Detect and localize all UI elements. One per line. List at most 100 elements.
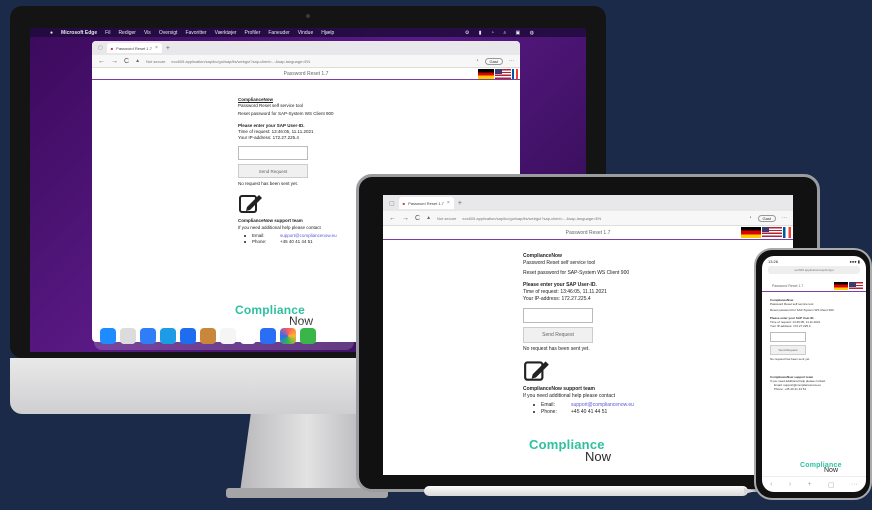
- mac-menubar: ● Microsoft Edge Fil Rediger Vis Oversig…: [30, 28, 586, 37]
- guest-profile-button[interactable]: Gast: [484, 57, 503, 65]
- launchpad-icon[interactable]: [120, 328, 136, 344]
- window-controls-icon[interactable]: ▢: [98, 45, 103, 51]
- menubar-app-name[interactable]: Microsoft Edge: [61, 30, 97, 36]
- ipad-logo-word-now: Now: [585, 449, 612, 464]
- ipad-warning-icon[interactable]: ▲: [426, 215, 431, 221]
- flag-french-icon[interactable]: [512, 69, 518, 79]
- menu-file[interactable]: Fil: [105, 30, 110, 36]
- warning-icon[interactable]: ▲: [135, 58, 140, 64]
- ipad-tab-title: Password Reset 1.7: [408, 200, 444, 206]
- safari-icon[interactable]: [140, 328, 156, 344]
- ipad-page-header: Password Reset 1.7: [383, 226, 793, 240]
- extensions-icon[interactable]: ◔: [476, 58, 479, 64]
- menu-favorites[interactable]: Favoritter: [185, 30, 206, 36]
- ipad-security-label[interactable]: Not secure: [437, 216, 456, 221]
- edit-icon: [238, 192, 264, 214]
- bullet-icon: [533, 404, 535, 407]
- ipad-back-icon[interactable]: ←: [389, 215, 396, 222]
- security-label[interactable]: Not secure: [146, 59, 165, 64]
- ipad-browser-tab[interactable]: ■ Password Reset 1.7 ×: [398, 197, 454, 209]
- page-header: Password Reset 1.7: [92, 68, 520, 80]
- iphone-reset-form: ComplianceNow Password Reset self servic…: [762, 292, 866, 391]
- tab-close-icon[interactable]: ×: [155, 45, 158, 51]
- iphone-ip-address: Your IP-address: 172.27.225.4: [770, 324, 811, 328]
- menu-profiles[interactable]: Profiler: [245, 30, 261, 36]
- ipad-menu-icon[interactable]: ···: [782, 215, 787, 221]
- photos-icon[interactable]: [280, 328, 296, 344]
- phone-label: Phone:: [252, 238, 267, 244]
- ipad-forward-icon[interactable]: →: [402, 215, 409, 222]
- mac-dock: [94, 322, 354, 350]
- iphone-menu-icon[interactable]: ···: [851, 481, 858, 488]
- ipad-addressbar: ← → C ▲ Not secure ecc605.application/sa…: [383, 211, 793, 226]
- forward-icon[interactable]: →: [111, 58, 118, 65]
- ipad-email-link[interactable]: support@compliancenow.eu: [571, 402, 634, 409]
- ipad-brand-heading: ComplianceNow: [523, 253, 562, 259]
- phone-value: +45 40 41 44 51: [280, 238, 313, 244]
- reload-icon[interactable]: C: [124, 58, 129, 65]
- ipad-url-field[interactable]: ecc605.application/sap/bc/gui/sap/its/we…: [462, 216, 742, 221]
- send-request-button[interactable]: Send Request: [238, 164, 308, 179]
- flag-german-icon[interactable]: [478, 69, 494, 79]
- menu-tabs[interactable]: Faneuder: [268, 30, 289, 36]
- edge-icon[interactable]: [160, 328, 176, 344]
- iphone-phone-label: Phone:: [774, 387, 784, 391]
- bullet-icon: [533, 410, 535, 413]
- iphone-screen: 13:26 ●●● ▮ ecc605.application/sap/bc/gu…: [762, 256, 866, 492]
- menu-overview[interactable]: Oversigt: [159, 30, 178, 36]
- ipad-screen: ▢ ■ Password Reset 1.7 × + ← → C ▲ Not s…: [383, 195, 793, 475]
- iphone-flag-english-icon[interactable]: [849, 281, 863, 290]
- reminders-icon[interactable]: [240, 328, 256, 344]
- ipad-send-request-button[interactable]: Send Request: [523, 326, 593, 343]
- ipad-flag-french-icon[interactable]: [783, 227, 791, 238]
- iphone-user-id-input[interactable]: [770, 332, 806, 342]
- ipad-edit-icon: [523, 358, 551, 382]
- iphone-send-request-button[interactable]: Send Request: [770, 345, 806, 355]
- back-icon[interactable]: ←: [98, 58, 105, 65]
- ipad-flag-english-icon[interactable]: [762, 227, 782, 238]
- iphone-tool-description: Password Reset self service tool: [770, 302, 814, 306]
- ipad-flag-german-icon[interactable]: [741, 227, 761, 238]
- page-title: Password Reset 1.7: [283, 70, 329, 77]
- keynote-icon[interactable]: [260, 328, 276, 344]
- ipad-extensions-icon[interactable]: ◔: [749, 215, 752, 221]
- iphone-new-tab-icon[interactable]: +: [807, 481, 811, 488]
- ipad-reload-icon[interactable]: C: [415, 215, 420, 222]
- url-field[interactable]: ecc605.application/sap/bc/gui/sap/its/we…: [171, 59, 469, 64]
- ipad-request-status: No request has been sent yet.: [523, 345, 590, 352]
- apple-icon[interactable]: ●: [50, 30, 53, 36]
- iphone-page-title: Password Reset 1.7: [772, 283, 804, 288]
- menu-edit[interactable]: Rediger: [118, 30, 136, 36]
- ipad-new-tab-icon[interactable]: +: [458, 200, 462, 207]
- new-tab-icon[interactable]: +: [166, 45, 170, 52]
- iphone-status-bar: 13:26 ●●● ▮: [762, 256, 866, 266]
- tab-favicon-icon: ■: [110, 45, 114, 51]
- ipad-window-icon[interactable]: ▢: [389, 200, 395, 207]
- browser-tab[interactable]: ■ Password Reset 1.7 ×: [106, 43, 162, 53]
- iphone-url-field[interactable]: ecc605.application/sap/bc/gui: [768, 266, 860, 274]
- ipad-user-id-input[interactable]: [523, 307, 593, 323]
- finder-icon[interactable]: [100, 328, 116, 344]
- menu-help[interactable]: Hjælp: [321, 30, 334, 36]
- ipad-reset-form: ComplianceNow Password Reset self servic…: [523, 253, 743, 415]
- user-id-input[interactable]: [238, 146, 308, 161]
- menu-tools[interactable]: Værktøjer: [215, 30, 237, 36]
- ipad-phone-value: +45 40 41 44 51: [571, 408, 608, 415]
- mail-icon[interactable]: [180, 328, 196, 344]
- iphone-forward-icon[interactable]: ›: [789, 481, 791, 488]
- flag-english-icon[interactable]: [495, 69, 511, 79]
- calendar-icon[interactable]: [220, 328, 236, 344]
- notes-icon[interactable]: [200, 328, 216, 344]
- ipad-guest-button[interactable]: Gast: [757, 214, 776, 222]
- menu-window[interactable]: Vindue: [298, 30, 313, 36]
- menubar-status-icons[interactable]: ⚙ ▮ ◔ ⌕ ▣ ◍: [465, 30, 538, 36]
- browser-menu-icon[interactable]: ···: [509, 58, 514, 64]
- iphone-back-icon[interactable]: ‹: [770, 481, 772, 488]
- iphone-toolbar: ‹ › + ▢ ···: [762, 476, 866, 492]
- ipad-compliancenow-logo: Compliance Now: [529, 437, 611, 464]
- messages-icon[interactable]: [300, 328, 316, 344]
- iphone-tabs-icon[interactable]: ▢: [828, 481, 835, 489]
- iphone-flag-german-icon[interactable]: [834, 281, 848, 290]
- ipad-tab-close-icon[interactable]: ×: [447, 200, 450, 206]
- menu-view[interactable]: Vis: [144, 30, 151, 36]
